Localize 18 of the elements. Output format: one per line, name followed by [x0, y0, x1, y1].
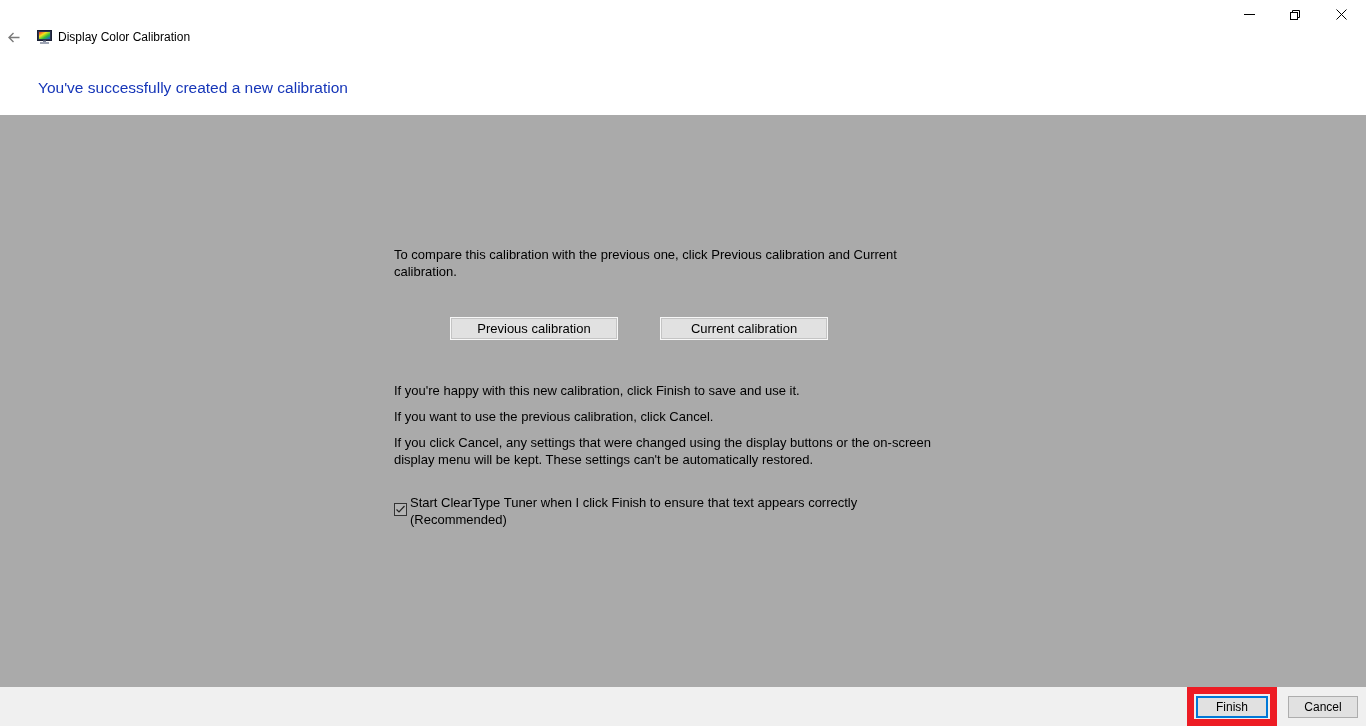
arrow-left-icon — [8, 31, 20, 43]
back-button[interactable] — [8, 31, 20, 43]
note-text: If you're happy with this new calibration, click Finish to save and use it. — [394, 382, 801, 399]
note-text: If you click Cancel, any settings that were changed using the display buttons or the on-screen display menu will be kept. These settings can't be automatically restored. — [394, 434, 932, 468]
page-heading: You've successfully created a new calibration — [38, 78, 348, 98]
minimize-icon — [1243, 14, 1255, 15]
dialog-button[interactable]: Cancel — [1288, 695, 1358, 718]
checkbox[interactable] — [394, 503, 407, 516]
window-title: Display Color Calibration — [58, 29, 191, 45]
instruction-text: To compare this calibration with the previous one, click Previous calibration and Current calibration. — [394, 246, 898, 280]
dialog-button[interactable]: Finish — [1196, 695, 1268, 718]
close-icon — [1335, 9, 1347, 20]
compare-button[interactable]: Previous calibration — [450, 317, 618, 340]
checkbox-label: Start ClearType Tuner when I click Finish to ensure that text appears correctly (Recommended) — [410, 494, 859, 528]
note-text: If you want to use the previous calibration, click Cancel. — [394, 408, 715, 425]
restore-icon — [1290, 9, 1300, 20]
monitor-icon — [37, 30, 52, 44]
compare-button[interactable]: Current calibration — [660, 317, 828, 340]
